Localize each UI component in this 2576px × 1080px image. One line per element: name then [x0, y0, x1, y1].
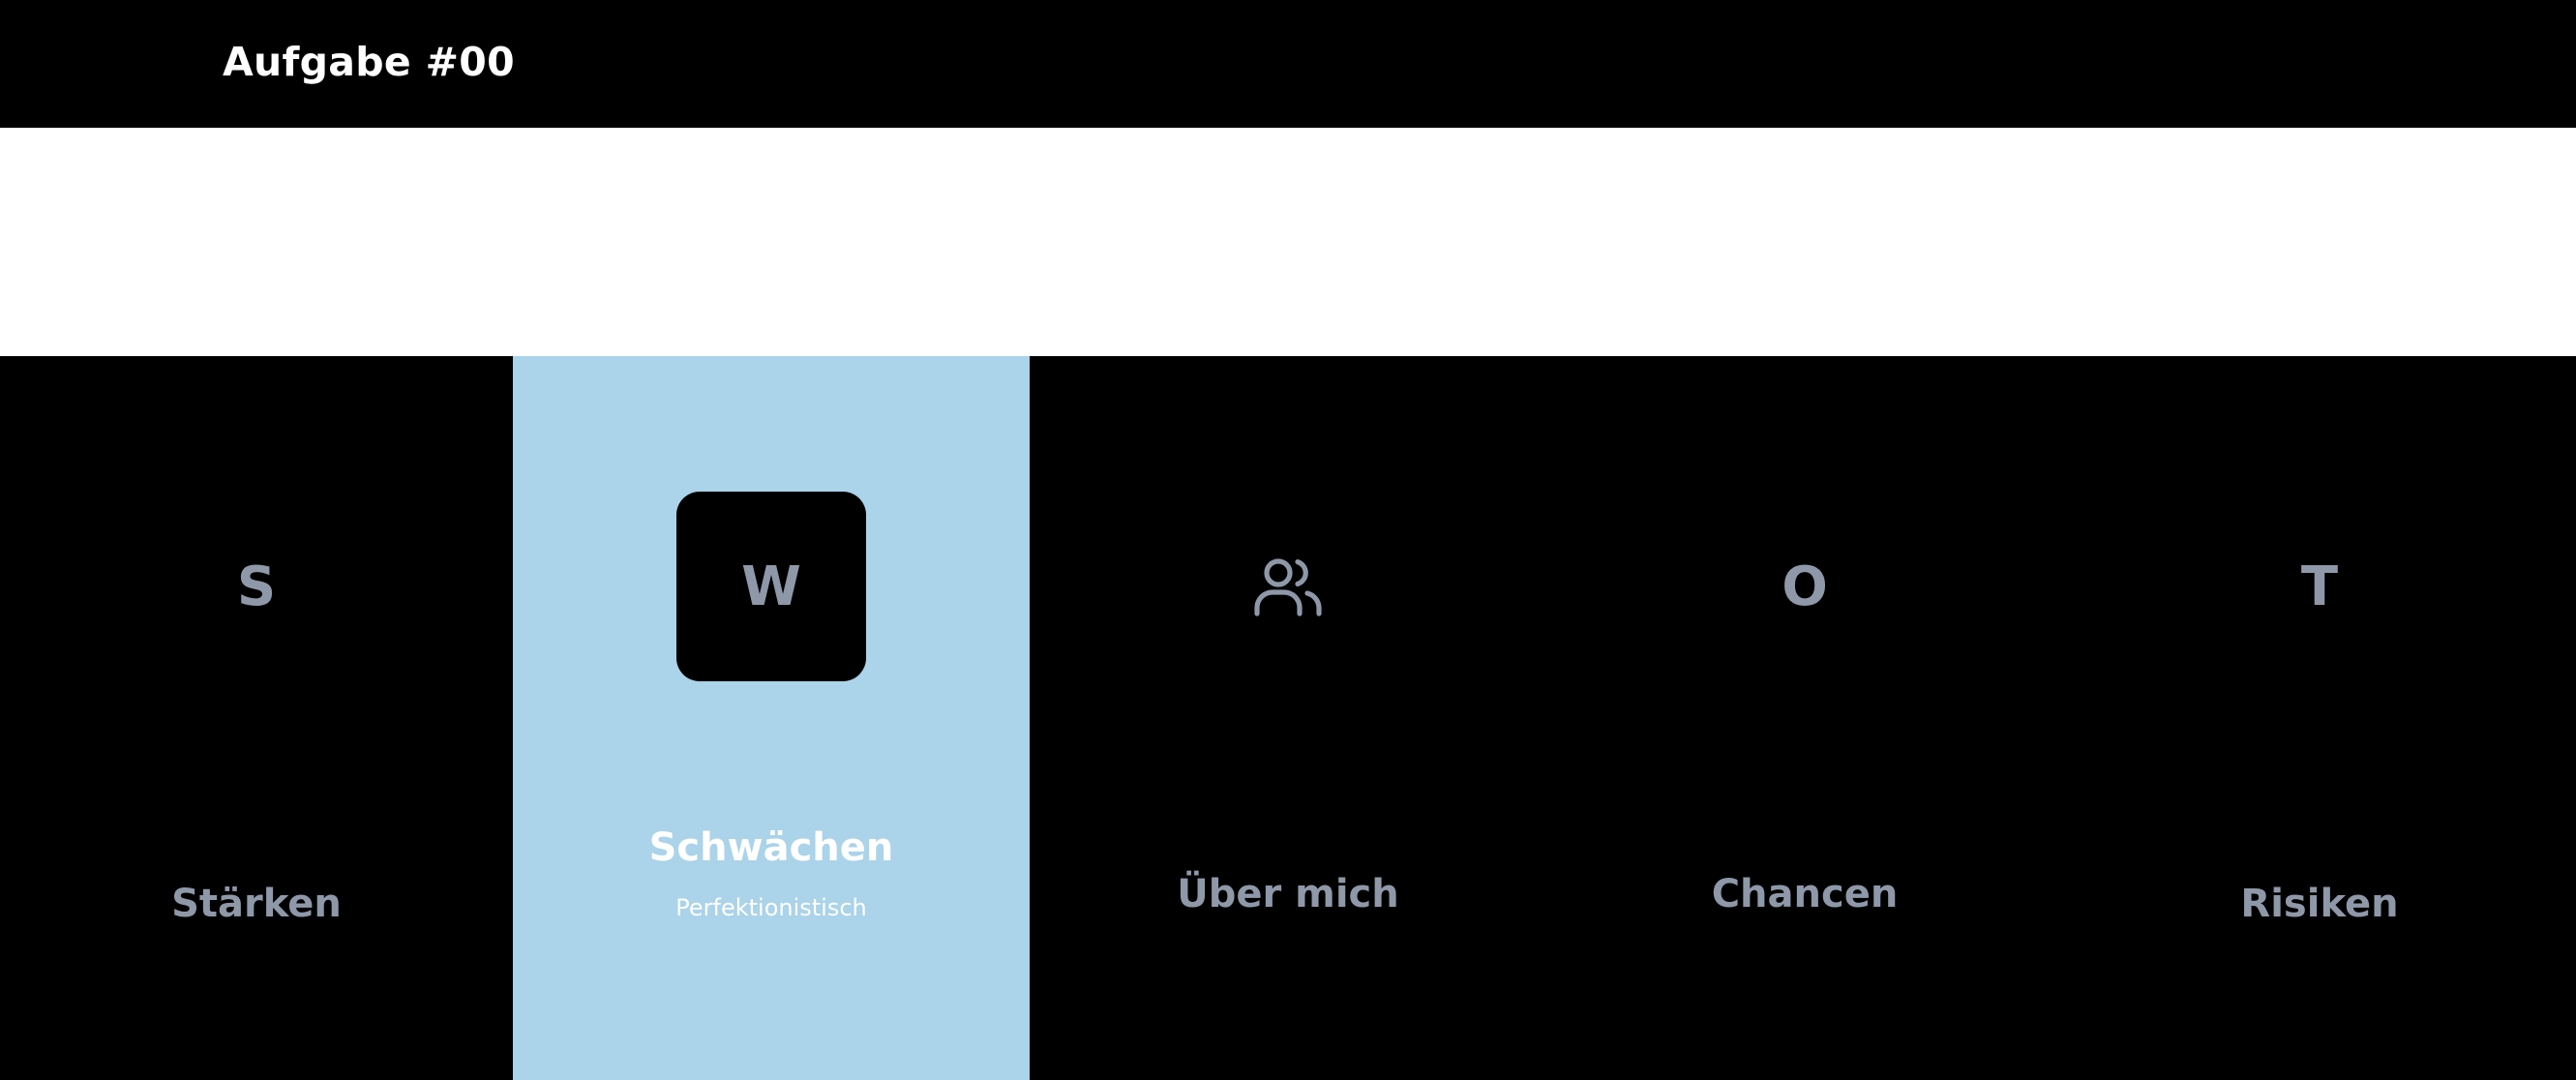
opportunities-title: Chancen [1711, 872, 1899, 916]
threats-letter: T [2300, 555, 2339, 618]
strengths-title: Stärken [171, 882, 342, 926]
users-icon [1254, 558, 1322, 616]
swot-panel-weaknesses[interactable]: W Schwächen Perfektionistisch [513, 356, 1030, 1080]
strengths-letter-box: S [162, 492, 351, 681]
about-me-title: Über mich [1177, 872, 1399, 916]
threats-title: Risiken [2240, 882, 2399, 926]
swot-section: S Stärken W Schwächen Perfektionistisch … [0, 356, 2576, 1080]
threats-letter-box: T [2225, 492, 2414, 681]
weaknesses-letter: W [741, 555, 801, 618]
about-me-icon-box [1193, 492, 1383, 681]
weaknesses-title: Schwächen [648, 825, 894, 870]
page-title: Aufgabe #00 [223, 39, 515, 85]
opportunities-letter: O [1782, 555, 1828, 618]
swot-panel-threats[interactable]: T Risiken [2063, 356, 2576, 1080]
swot-panel-opportunities[interactable]: O Chancen [1546, 356, 2063, 1080]
white-banner [0, 128, 2576, 356]
strengths-letter: S [236, 555, 277, 618]
weaknesses-subtitle: Perfektionistisch [675, 894, 867, 921]
weaknesses-letter-box: W [676, 492, 866, 681]
opportunities-letter-box: O [1710, 492, 1900, 681]
swot-panel-strengths[interactable]: S Stärken [0, 356, 513, 1080]
swot-panel-about-me[interactable]: Über mich [1030, 356, 1546, 1080]
header-bar: Aufgabe #00 [0, 0, 2576, 128]
